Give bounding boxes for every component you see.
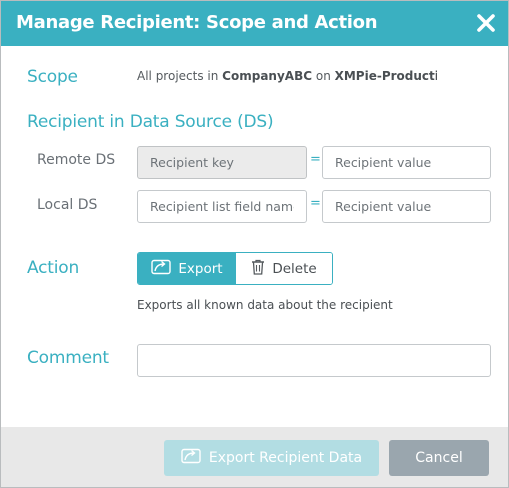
- action-delete-label: Delete: [272, 260, 317, 277]
- scope-company: CompanyABC: [222, 69, 313, 83]
- action-export-label: Export: [178, 260, 223, 277]
- cancel-button[interactable]: Cancel: [389, 440, 489, 476]
- remote-value-input[interactable]: [322, 146, 491, 179]
- remote-ds-label: Remote DS: [37, 152, 116, 168]
- export-recipient-data-button[interactable]: Export Recipient Data: [164, 440, 379, 476]
- recipient-section-label: Recipient in Data Source (DS): [27, 112, 274, 132]
- cancel-label: Cancel: [415, 450, 463, 466]
- dialog-title: Manage Recipient: Scope and Action: [16, 12, 378, 33]
- dialog-footer: Export Recipient Data Cancel: [1, 427, 508, 487]
- action-toggle: Export Delete: [137, 252, 333, 285]
- local-value-input[interactable]: [322, 190, 491, 223]
- comment-label: Comment: [27, 348, 109, 368]
- scope-description: All projects in CompanyABC on XMPie-Prod…: [137, 69, 437, 83]
- scope-server: XMPie-Production: [334, 69, 437, 83]
- action-label: Action: [27, 258, 80, 278]
- local-ds-label: Local DS: [37, 197, 98, 213]
- comment-input[interactable]: [137, 344, 491, 377]
- scope-on: on: [312, 69, 335, 83]
- remote-equals-sign: =: [310, 152, 321, 167]
- export-recipient-data-label: Export Recipient Data: [208, 450, 363, 466]
- remote-key-input: [137, 146, 307, 179]
- action-delete-option[interactable]: Delete: [236, 253, 332, 284]
- local-equals-sign: =: [310, 196, 321, 211]
- action-hint: Exports all known data about the recipie…: [137, 298, 393, 312]
- export-icon: [181, 448, 201, 468]
- manage-recipient-dialog: Manage Recipient: Scope and Action Scope…: [0, 0, 509, 488]
- close-icon[interactable]: [474, 11, 498, 35]
- trash-icon: [251, 259, 265, 279]
- local-field-input[interactable]: [137, 190, 307, 223]
- dialog-titlebar: Manage Recipient: Scope and Action: [1, 1, 508, 46]
- scope-prefix: All projects in: [137, 69, 223, 83]
- scope-label: Scope: [27, 67, 78, 87]
- action-export-option[interactable]: Export: [138, 253, 236, 284]
- export-icon: [151, 259, 172, 279]
